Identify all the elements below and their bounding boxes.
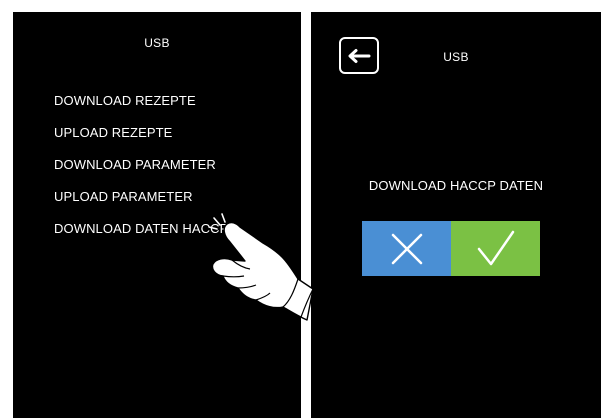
menu-item-download-parameter[interactable]: DOWNLOAD PARAMETER <box>54 156 228 188</box>
menu-item-upload-rezepte[interactable]: UPLOAD REZEPTE <box>54 124 228 156</box>
pointing-hand-icon <box>208 213 314 321</box>
x-icon <box>391 233 422 264</box>
dialog-message: DOWNLOAD HACCP DATEN <box>368 178 544 193</box>
checkmark-icon <box>477 230 514 265</box>
usb-confirm-screen: USB DOWNLOAD HACCP DATEN <box>311 12 601 418</box>
menu-item-download-rezepte[interactable]: DOWNLOAD REZEPTE <box>54 92 228 124</box>
confirm-button-group <box>362 221 540 276</box>
confirm-button[interactable] <box>451 221 540 276</box>
screen-title: USB <box>443 50 469 64</box>
screen-title: USB <box>144 36 170 50</box>
cancel-button[interactable] <box>362 221 451 276</box>
